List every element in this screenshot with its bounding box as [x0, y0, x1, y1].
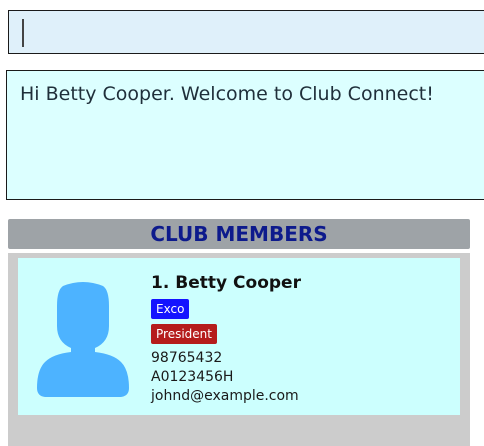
command-input[interactable] — [8, 10, 484, 54]
member-email: johnd@example.com — [151, 388, 299, 404]
members-panel-title: CLUB MEMBERS — [8, 219, 470, 249]
member-card[interactable]: 1. Betty Cooper Exco President 98765432 A… — [18, 258, 460, 415]
member-list[interactable]: 1. Betty Cooper Exco President 98765432 A… — [8, 253, 470, 446]
text-caret — [22, 19, 24, 47]
member-phone: 98765432 — [151, 350, 223, 366]
member-name-line: 1. Betty Cooper — [151, 272, 301, 294]
member-matric-number: A0123456H — [151, 369, 234, 385]
result-message: Hi Betty Cooper. Welcome to Club Connect… — [20, 83, 434, 105]
tag-badge-exco: Exco — [151, 299, 190, 319]
member-name: Betty Cooper — [175, 273, 301, 293]
tag-badge-president: President — [151, 324, 217, 344]
member-index: 1. — [151, 273, 170, 293]
member-info: 1. Betty Cooper Exco President 98765432 A… — [151, 272, 301, 406]
result-display: Hi Betty Cooper. Welcome to Club Connect… — [6, 70, 484, 200]
user-silhouette-icon — [37, 282, 129, 397]
